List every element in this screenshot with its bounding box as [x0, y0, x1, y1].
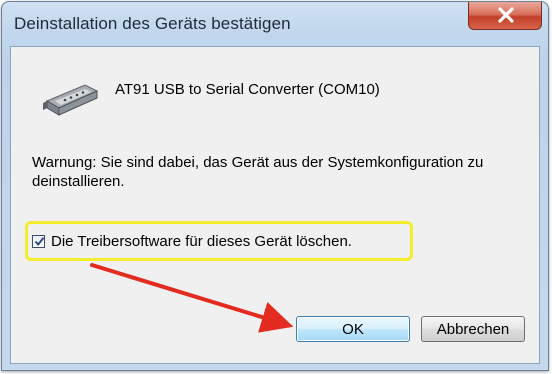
device-name: AT91 USB to Serial Converter (COM10): [115, 81, 380, 98]
delete-driver-label: Die Treibersoftware für dieses Gerät lös…: [51, 233, 352, 250]
confirm-uninstall-dialog: Deinstallation des Geräts bestätigen AT9…: [1, 1, 549, 371]
close-icon: [498, 7, 514, 23]
dialog-title: Deinstallation des Geräts bestätigen: [14, 14, 291, 33]
cancel-button[interactable]: Abbrechen: [421, 316, 525, 342]
delete-driver-checkbox-row[interactable]: Die Treibersoftware für dieses Gerät lös…: [32, 233, 352, 250]
checkmark-icon: [34, 237, 45, 247]
dialog-body: AT91 USB to Serial Converter (COM10) War…: [10, 46, 540, 364]
close-button[interactable]: [468, 2, 542, 30]
ok-button[interactable]: OK: [296, 316, 410, 342]
usb-serial-connector-icon: [43, 84, 99, 116]
warning-text: Warnung: Sie sind dabei, das Gerät aus d…: [32, 154, 484, 190]
delete-driver-checkbox[interactable]: [32, 235, 45, 248]
title-bar[interactable]: Deinstallation des Geräts bestätigen: [2, 2, 548, 46]
